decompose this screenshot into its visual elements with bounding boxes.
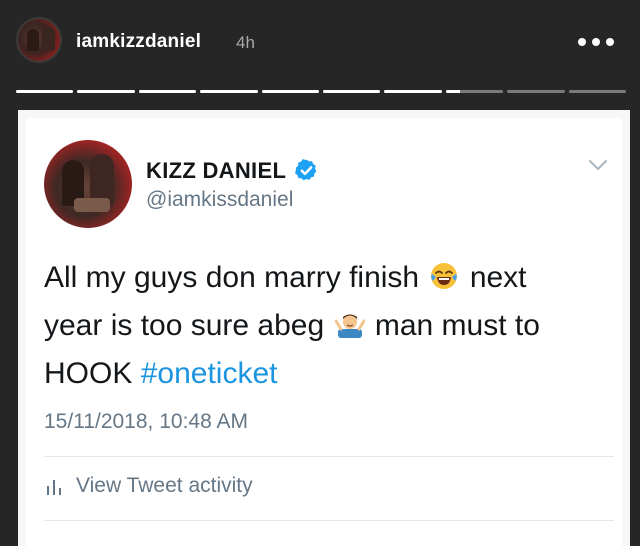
story-progress-bar [16, 90, 627, 94]
tweet-text: All my guys don marry finish next year i… [44, 254, 604, 398]
more-horizontal-icon[interactable] [578, 38, 614, 46]
view-tweet-activity-button[interactable]: View Tweet activity [44, 474, 253, 498]
verified-badge-icon [295, 159, 317, 181]
chevron-down-icon[interactable] [588, 158, 608, 172]
story-username[interactable]: iamkizzdaniel [76, 31, 201, 53]
divider [44, 520, 614, 521]
face-with-tears-of-joy-emoji [431, 263, 458, 289]
progress-segment [138, 90, 197, 93]
story-timestamp: 4h [236, 33, 255, 52]
hashtag-link[interactable]: #oneticket [141, 357, 278, 390]
man-shrugging-emoji [334, 314, 365, 338]
progress-segment [77, 90, 135, 93]
bar-chart-icon [47, 480, 61, 495]
tweet-text-line3: HOOK [44, 357, 133, 390]
progress-segment [445, 90, 504, 93]
tweet-text-line1-end: next [469, 261, 527, 294]
tweet-card: KIZZ DANIEL @iamkissdaniel All my guys d… [26, 118, 622, 546]
tweet-text-line1: All my guys don marry finish [44, 261, 420, 294]
progress-segment [261, 90, 320, 93]
tweet-text-line2: year is too sure abeg [44, 309, 325, 342]
progress-segment [568, 90, 627, 93]
progress-segment [507, 90, 565, 93]
progress-segment [384, 90, 442, 93]
tweet-display-name[interactable]: KIZZ DANIEL [146, 158, 286, 184]
divider [44, 456, 614, 457]
progress-segment [323, 90, 381, 93]
story-avatar[interactable] [16, 17, 62, 63]
tweet-handle[interactable]: @iamkissdaniel [146, 188, 293, 212]
story-header: iamkizzdaniel 4h [0, 0, 640, 84]
tweet-timestamp[interactable]: 15/11/2018, 10:48 AM [44, 410, 248, 434]
tweet-text-line2-end: man must to [374, 309, 540, 342]
tweet-screenshot-frame: KIZZ DANIEL @iamkissdaniel All my guys d… [18, 110, 630, 546]
progress-segment [16, 90, 74, 93]
progress-segment [200, 90, 258, 93]
tweet-avatar[interactable] [44, 140, 132, 228]
view-tweet-activity-label: View Tweet activity [76, 474, 253, 497]
